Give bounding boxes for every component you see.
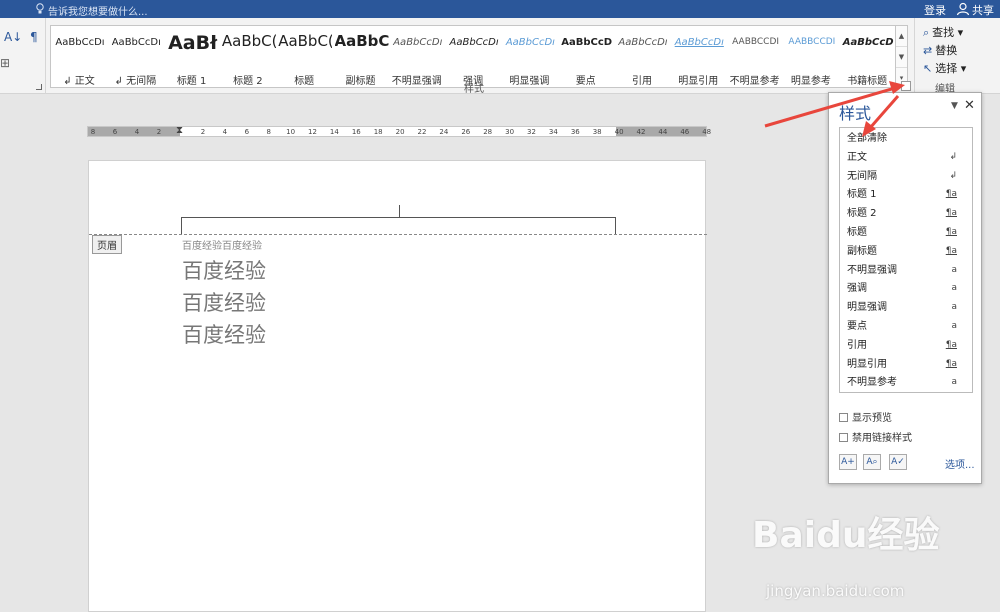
annotation-arrow	[868, 95, 900, 129]
arrowhead	[889, 81, 905, 94]
watermark-url: jingyan.baidu.com	[766, 582, 905, 600]
baidu-watermark: Baidu经验	[752, 515, 940, 556]
